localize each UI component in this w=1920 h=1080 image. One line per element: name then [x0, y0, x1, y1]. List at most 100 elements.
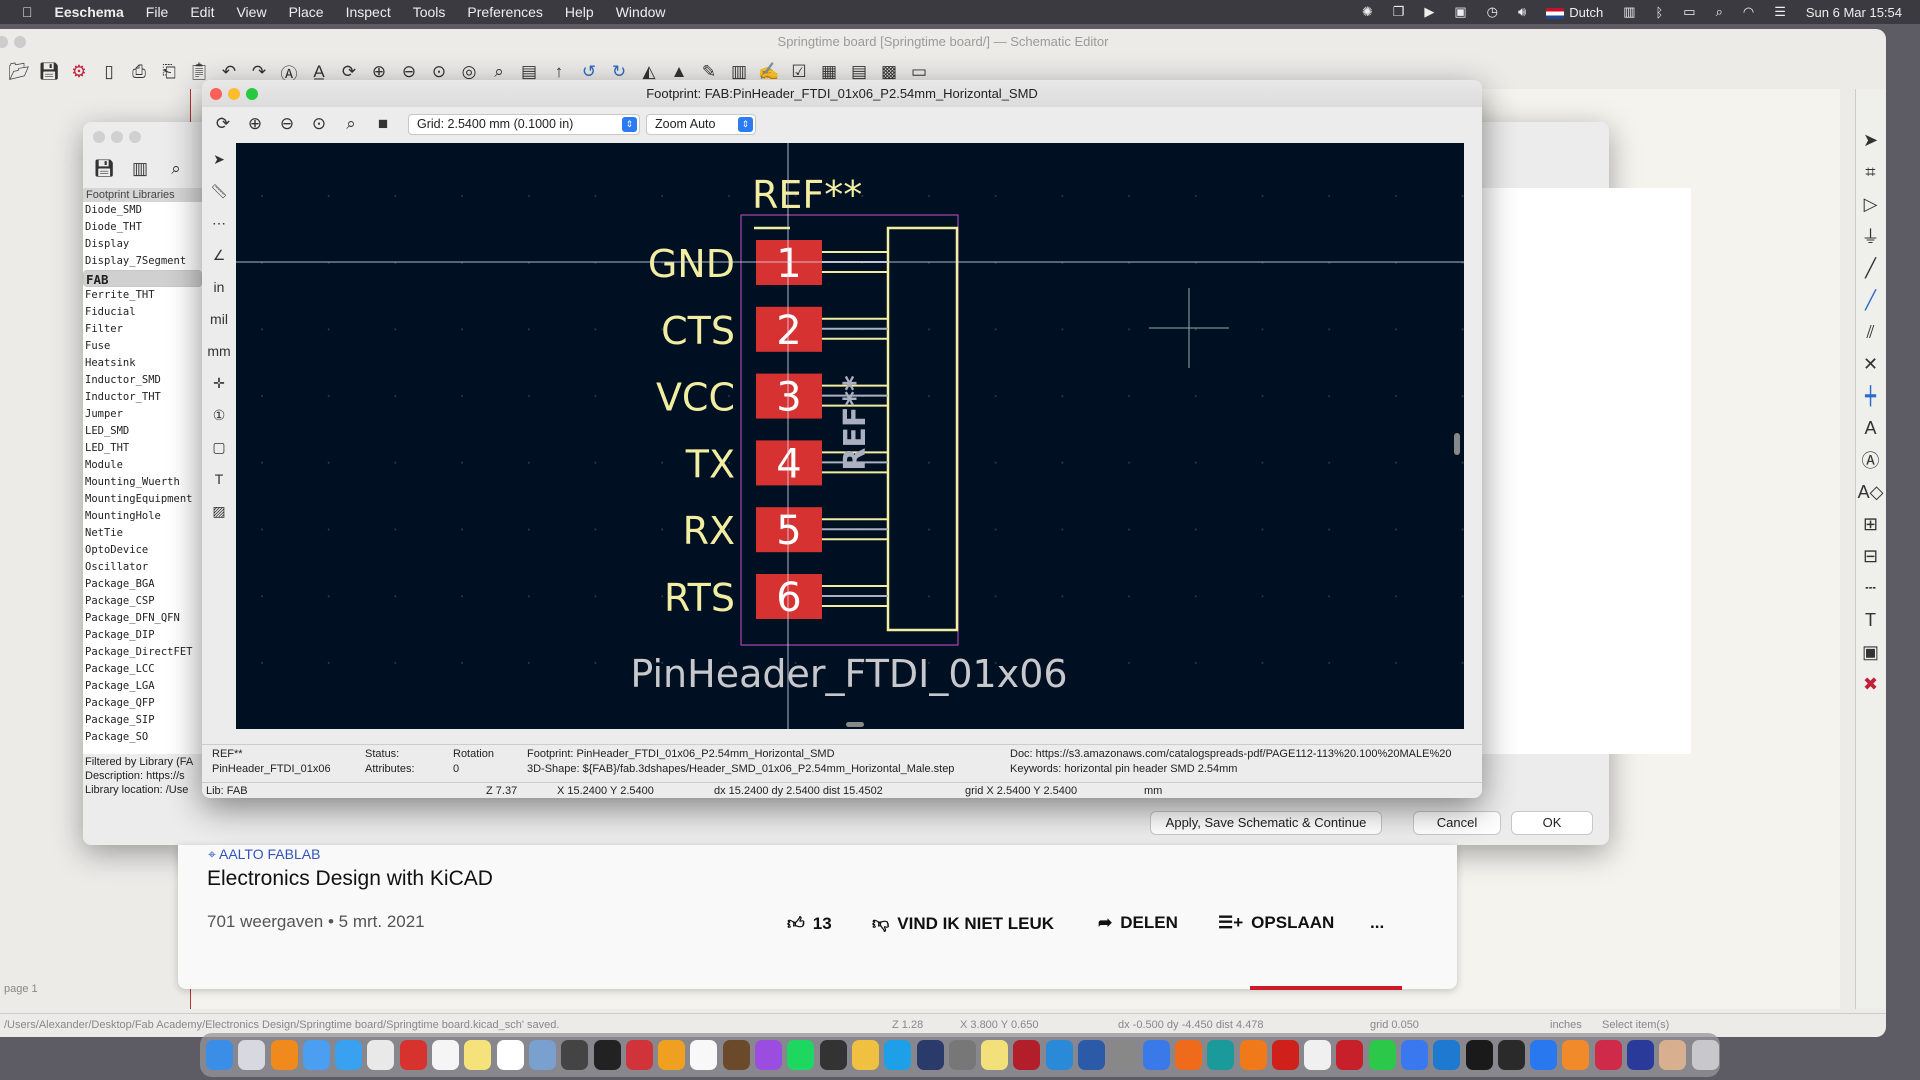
- apple-icon[interactable]: : [22, 4, 33, 20]
- zoom-select[interactable]: Zoom Auto ⇕: [646, 113, 756, 135]
- dock-vivaldi-icon[interactable]: [399, 1040, 427, 1070]
- save-icon[interactable]: 💾︎: [91, 156, 117, 182]
- dock-calendar-icon[interactable]: [496, 1040, 524, 1070]
- menu-tools[interactable]: Tools: [413, 4, 446, 20]
- menu-edit[interactable]: Edit: [190, 4, 214, 20]
- library-list[interactable]: Footprint Libraries Diode_SMD Diode_THT Di…: [83, 188, 203, 754]
- window-icon[interactable]: ▣: [1454, 4, 1466, 20]
- select-icon[interactable]: ➤: [206, 146, 232, 172]
- window-close-button[interactable]: [210, 88, 222, 100]
- add-wire-icon[interactable]: ╱: [1858, 255, 1884, 281]
- zoom-fit-icon[interactable]: ⊙: [306, 111, 332, 137]
- dock-photos-icon[interactable]: [851, 1040, 879, 1070]
- dock-sketch-icon[interactable]: [658, 1040, 686, 1070]
- dock-spotify-icon[interactable]: [787, 1040, 815, 1070]
- wifi-icon[interactable]: ◠: [1743, 4, 1754, 20]
- dock-preview-icon[interactable]: [528, 1040, 556, 1070]
- dock-lastpass-icon[interactable]: [1336, 1040, 1364, 1070]
- dock-notes-icon[interactable]: [464, 1040, 492, 1070]
- graphic-sketch-icon[interactable]: ▨: [206, 498, 232, 524]
- library-item[interactable]: Module: [83, 457, 202, 474]
- schematic-setup-icon[interactable]: ⚙: [66, 59, 92, 85]
- dock-vlc-icon[interactable]: [270, 1040, 298, 1070]
- play-icon[interactable]: ▶: [1424, 4, 1434, 20]
- dock-scanner-icon[interactable]: [1110, 1040, 1138, 1070]
- window-zoom-button[interactable]: [246, 88, 258, 100]
- library-item[interactable]: OptoDevice: [83, 542, 202, 559]
- footprint-list[interactable]: [1476, 188, 1691, 754]
- menu-inspect[interactable]: Inspect: [346, 4, 391, 20]
- window-minimize-button[interactable]: [228, 88, 240, 100]
- page-settings-icon[interactable]: ▯: [96, 59, 122, 85]
- add-text-icon[interactable]: T: [1858, 607, 1884, 633]
- dock-acrobat-icon[interactable]: [1271, 1040, 1299, 1070]
- save-icon[interactable]: 💾︎: [36, 59, 62, 85]
- input-source[interactable]: Dutch: [1546, 5, 1603, 20]
- refresh-icon[interactable]: ⟳: [210, 111, 236, 137]
- window-close-button[interactable]: [93, 131, 105, 143]
- library-item[interactable]: Display_7Segment: [83, 253, 202, 270]
- library-item[interactable]: LED_THT: [83, 440, 202, 457]
- global-label-icon[interactable]: Ⓐ: [1858, 447, 1884, 473]
- window-minimize-button[interactable]: [111, 131, 123, 143]
- bluetooth-icon[interactable]: ᛒ: [1655, 5, 1663, 20]
- menu-window[interactable]: Window: [616, 4, 666, 20]
- add-power-icon[interactable]: ⏚: [1858, 223, 1884, 249]
- net-label-icon[interactable]: A: [1858, 415, 1884, 441]
- more-button[interactable]: ...: [1370, 913, 1384, 933]
- like-button[interactable]: 👍︎ 13: [787, 913, 832, 934]
- add-line-icon[interactable]: ┄: [1858, 575, 1884, 601]
- dock-word-icon[interactable]: [1078, 1040, 1106, 1070]
- library-item[interactable]: Package_DFN_QFN: [83, 610, 202, 627]
- library-item[interactable]: MountingHole: [83, 508, 202, 525]
- ok-button[interactable]: OK: [1512, 812, 1592, 834]
- dock-slack-icon[interactable]: [1304, 1040, 1332, 1070]
- library-item[interactable]: Fiducial: [83, 304, 202, 321]
- dock-signal-icon[interactable]: [1400, 1040, 1428, 1070]
- dock-chrome-icon[interactable]: [367, 1040, 395, 1070]
- dock-settings-app-icon[interactable]: [1594, 1040, 1622, 1070]
- library-item[interactable]: Mounting_Wuerth: [83, 474, 202, 491]
- dock-stickies-icon[interactable]: [981, 1040, 1009, 1070]
- library-item[interactable]: Inductor_THT: [83, 389, 202, 406]
- library-item[interactable]: Jumper: [83, 406, 202, 423]
- delete-icon[interactable]: ✖: [1858, 671, 1884, 697]
- library-item[interactable]: NetTie: [83, 525, 202, 542]
- bus-entry-icon[interactable]: ⫽: [1858, 319, 1884, 345]
- dock-podcasts-icon[interactable]: [755, 1040, 783, 1070]
- library-item[interactable]: Package_CSP: [83, 593, 202, 610]
- dock-archive-icon[interactable]: [1659, 1040, 1687, 1070]
- dock-skype-s-icon[interactable]: [819, 1040, 847, 1070]
- open-folder-icon[interactable]: 📂︎: [6, 59, 32, 85]
- dock-github-icon[interactable]: [1497, 1040, 1525, 1070]
- horizontal-scrollbar[interactable]: [846, 722, 864, 727]
- dock-calculator-icon[interactable]: [561, 1040, 589, 1070]
- dock-trash-icon[interactable]: [1691, 1040, 1719, 1070]
- measure-icon[interactable]: 📏︎: [206, 178, 232, 204]
- clock[interactable]: Sun 6 Mar 15:54: [1806, 5, 1902, 20]
- mil-icon[interactable]: mil: [206, 306, 232, 332]
- print-icon[interactable]: ⎙: [126, 59, 152, 85]
- menu-place[interactable]: Place: [289, 4, 324, 20]
- control-center-icon[interactable]: ☰: [1774, 4, 1786, 20]
- library-item[interactable]: Package_BGA: [83, 576, 202, 593]
- library-item[interactable]: Inductor_SMD: [83, 372, 202, 389]
- junction-icon[interactable]: ┿: [1858, 383, 1884, 409]
- dock-skype-icon[interactable]: [884, 1040, 912, 1070]
- zoom-selection-icon[interactable]: ⌕: [338, 111, 364, 137]
- dock-x-app-icon[interactable]: [916, 1040, 944, 1070]
- library-item[interactable]: Fuse: [83, 338, 202, 355]
- library-item[interactable]: LED_SMD: [83, 423, 202, 440]
- add-symbol-icon[interactable]: ▷: [1858, 191, 1884, 217]
- library-item[interactable]: Display: [83, 236, 202, 253]
- dock-finder-icon[interactable]: [206, 1040, 233, 1070]
- zoom-out-icon[interactable]: ⊖: [274, 111, 300, 137]
- apply-save-continue-button[interactable]: Apply, Save Schematic & Continue: [1151, 812, 1381, 834]
- library-item[interactable]: Package_LGA: [83, 678, 202, 695]
- no-connect-icon[interactable]: ✕: [1858, 351, 1884, 377]
- dock-zoom-icon[interactable]: [1530, 1040, 1558, 1070]
- dock-mail-icon[interactable]: [302, 1040, 330, 1070]
- dock-bbedit-icon[interactable]: [1013, 1040, 1041, 1070]
- dock-launchpad-icon[interactable]: [238, 1040, 266, 1070]
- dock-edge-icon[interactable]: [1207, 1040, 1235, 1070]
